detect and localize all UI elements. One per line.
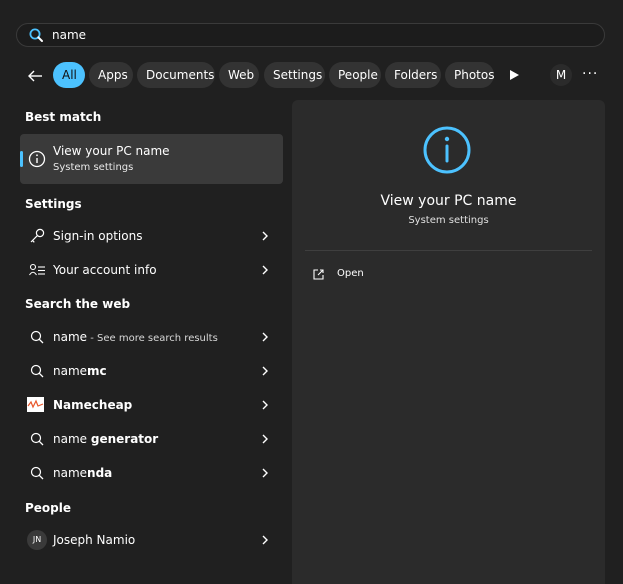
chevron-right-icon <box>262 366 268 376</box>
selection-indicator <box>20 151 23 167</box>
filter-apps[interactable]: Apps <box>89 62 133 88</box>
detail-panel: View your PC name System settings Open <box>292 100 605 584</box>
web-result-name[interactable]: name - See more search results <box>20 322 283 352</box>
open-action[interactable]: Open <box>312 266 432 286</box>
web-result-namecheap[interactable]: Namecheap <box>20 390 283 420</box>
info-icon <box>423 126 471 174</box>
chevron-right-icon <box>262 332 268 342</box>
person-avatar: JN <box>27 530 47 550</box>
chevron-right-icon <box>262 434 268 444</box>
filter-web[interactable]: Web <box>219 62 259 88</box>
filter-folders[interactable]: Folders <box>385 62 441 88</box>
web-result-label: name - See more search results <box>53 330 218 344</box>
search-icon <box>30 364 44 378</box>
account-avatar[interactable]: M <box>550 64 572 86</box>
settings-item-label: Sign-in options <box>53 229 143 243</box>
people-heading: People <box>25 501 72 515</box>
search-box[interactable]: name <box>16 23 605 47</box>
best-match-subtitle: System settings <box>53 162 134 173</box>
play-icon[interactable] <box>508 69 520 81</box>
detail-title: View your PC name <box>380 193 517 209</box>
key-icon <box>30 228 45 243</box>
chevron-right-icon <box>262 535 268 545</box>
chevron-right-icon <box>262 468 268 478</box>
web-result-label: namemc <box>53 364 107 378</box>
filter-bar: All Apps Documents Web Settings People F… <box>0 62 623 90</box>
info-icon <box>28 150 46 168</box>
chevron-right-icon <box>262 231 268 241</box>
search-icon <box>30 466 44 480</box>
back-arrow-icon[interactable] <box>26 67 44 85</box>
chevron-right-icon <box>262 400 268 410</box>
search-input[interactable]: name <box>52 28 86 42</box>
settings-item-sign-in-options[interactable]: Sign-in options <box>20 221 283 251</box>
settings-item-label: Your account info <box>53 263 157 277</box>
web-result-name-generator[interactable]: name generator <box>20 424 283 454</box>
namecheap-logo-icon <box>27 397 44 412</box>
chevron-right-icon <box>262 265 268 275</box>
open-external-icon <box>313 269 324 280</box>
web-result-namemc[interactable]: namemc <box>20 356 283 386</box>
best-match-item[interactable]: View your PC name System settings <box>20 134 283 184</box>
best-match-title: View your PC name <box>53 144 170 158</box>
web-heading: Search the web <box>25 297 131 311</box>
best-match-heading: Best match <box>25 110 102 124</box>
detail-subtitle: System settings <box>408 215 489 226</box>
filter-photos[interactable]: Photos <box>445 62 494 88</box>
web-result-label: namenda <box>53 466 113 480</box>
settings-item-account-info[interactable]: Your account info <box>20 255 283 285</box>
search-icon <box>29 28 43 42</box>
filter-people[interactable]: People <box>329 62 381 88</box>
person-name: Joseph Namio <box>53 533 136 547</box>
web-result-namenda[interactable]: namenda <box>20 458 283 488</box>
more-options-icon[interactable]: ··· <box>582 67 600 83</box>
account-info-icon <box>29 263 45 276</box>
filter-documents[interactable]: Documents <box>137 62 215 88</box>
open-action-label: Open <box>337 268 364 279</box>
filter-all[interactable]: All <box>53 62 85 88</box>
divider <box>305 250 592 251</box>
web-result-label: name generator <box>53 432 159 446</box>
filter-settings[interactable]: Settings <box>264 62 325 88</box>
search-icon <box>30 330 44 344</box>
people-result-person[interactable]: JN Joseph Namio <box>20 525 283 555</box>
web-result-label: Namecheap <box>53 398 133 412</box>
search-icon <box>30 432 44 446</box>
settings-heading: Settings <box>25 197 82 211</box>
